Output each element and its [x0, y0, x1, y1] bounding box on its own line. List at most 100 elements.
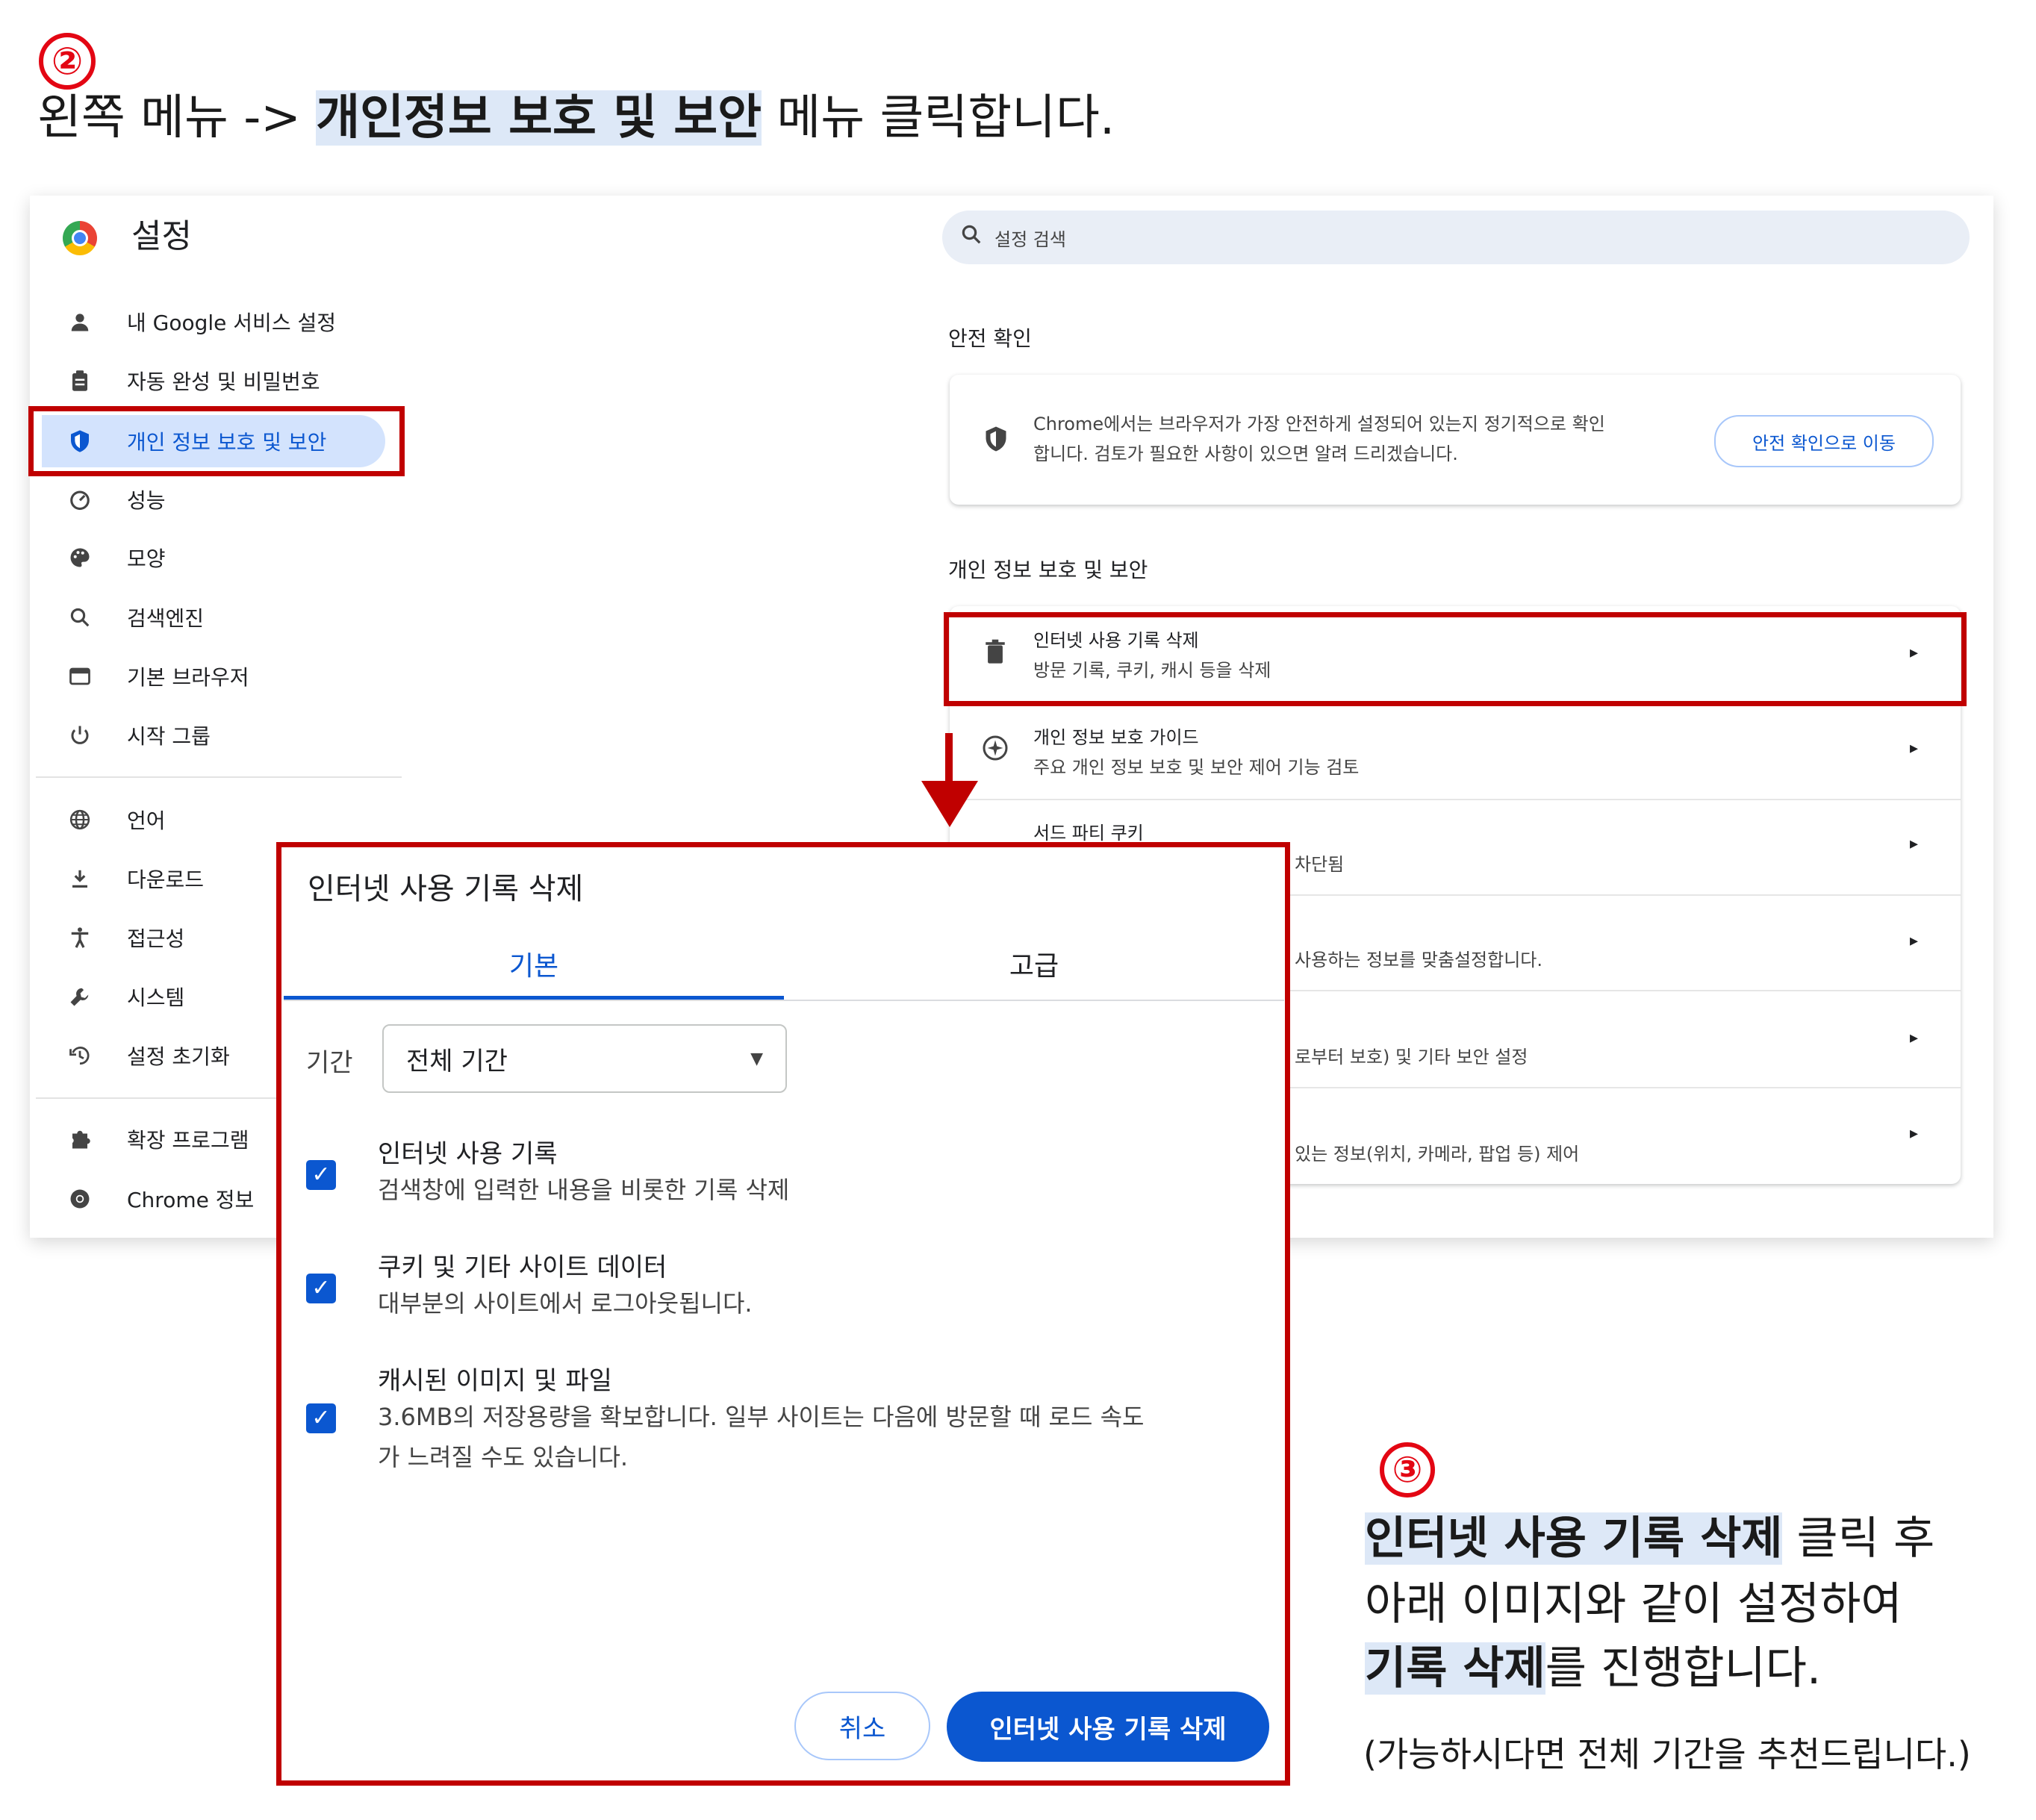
privacy-guide-subtitle: 주요 개인 정보 보호 및 보안 제어 기능 검토 [1033, 757, 1360, 778]
step-2-instruction: 왼쪽 메뉴 -> 개인정보 보호 및 보안 메뉴 클릭합니다. [37, 87, 1115, 149]
browsing-history-checkbox[interactable]: ✓ [306, 1160, 336, 1190]
sidebar-item-label: 자동 완성 및 비밀번호 [127, 370, 320, 394]
globe-icon [63, 803, 97, 837]
settings-search-bar[interactable]: 설정 검색 [942, 211, 1970, 264]
sidebar-item-label: 언어 [127, 808, 166, 833]
cached-images-checkbox[interactable]: ✓ [306, 1403, 336, 1433]
red-arrow-shaft [945, 733, 953, 782]
cached-images-subtitle: 3.6MB의 저장용량을 확보합니다. 일부 사이트는 다음에 방문할 때 로드… [378, 1403, 1145, 1431]
sidebar-item-label: 확장 프로그램 [127, 1128, 249, 1153]
clear-data-button[interactable]: 인터넷 사용 기록 삭제 [947, 1692, 1269, 1762]
chevron-right-icon[interactable]: ▸ [1910, 835, 1918, 853]
step-3-bold-2: 기록 삭제 [1365, 1642, 1545, 1695]
chrome-logo-icon [63, 221, 97, 255]
caret-down-icon: ▼ [750, 1049, 763, 1068]
search-icon [960, 223, 983, 252]
wrench-icon [63, 979, 97, 1014]
step-3-badge: ③ [1380, 1442, 1435, 1498]
person-icon [63, 305, 97, 339]
site-settings-subtitle: 있는 정보(위치, 카메라, 팝업 등) 제어 [1295, 1144, 1580, 1165]
row-divider [948, 799, 1961, 800]
step-3-line-2: 아래 이미지와 같이 설정하여 [1365, 1578, 1902, 1630]
step-3-bold-1: 인터넷 사용 기록 삭제 [1365, 1512, 1783, 1565]
sidebar-item-label: 검색엔진 [127, 606, 205, 631]
search-icon [63, 600, 97, 635]
ad-privacy-subtitle: 사용하는 정보를 맞춤설정합니다. [1295, 950, 1543, 970]
go-to-safety-check-button[interactable]: 안전 확인으로 이동 [1714, 415, 1934, 467]
browsing-history-title: 인터넷 사용 기록 [378, 1139, 558, 1169]
sidebar-item-label: 설정 초기화 [127, 1044, 230, 1069]
step-3-line-1: 인터넷 사용 기록 삭제 클릭 후 [1365, 1508, 1934, 1569]
sidebar-item-label: 시작 그룹 [127, 724, 211, 749]
security-subtitle: 로부터 보호) 및 기타 보안 설정 [1295, 1047, 1528, 1068]
sidebar-item-label: Chrome 정보 [127, 1188, 255, 1212]
cached-images-subtitle-2: 가 느려질 수도 있습니다. [378, 1443, 629, 1471]
privacy-menu-highlight [28, 406, 405, 476]
safety-check-description: Chrome에서는 브라우저가 가장 안전하게 설정되어 있는지 정기적으로 확… [1033, 409, 1690, 469]
cookies-subtitle: 대부분의 사이트에서 로그아웃됩니다. [378, 1289, 753, 1318]
step-3-note: (가능하시다면 전체 기간을 추천드립니다.) [1363, 1734, 1971, 1774]
red-arrow-down-icon [921, 781, 978, 827]
sidebar-item-performance[interactable]: 성능 [42, 473, 385, 526]
step-3-text-1: 클릭 후 [1782, 1512, 1935, 1565]
palette-icon [63, 540, 97, 575]
time-range-select[interactable]: 전체 기간 ▼ [382, 1024, 787, 1093]
chevron-right-icon[interactable]: ▸ [1910, 1029, 1918, 1047]
cancel-button[interactable]: 취소 [794, 1692, 930, 1760]
settings-title: 설정 [131, 217, 192, 255]
cookies-title: 쿠키 및 기타 사이트 데이터 [378, 1253, 667, 1283]
sidebar-item-on-startup[interactable]: 시작 그룹 [42, 709, 385, 761]
search-placeholder: 설정 검색 [994, 228, 1066, 250]
tab-basic[interactable]: 기본 [284, 932, 784, 996]
tab-advanced[interactable]: 고급 [784, 932, 1284, 996]
chevron-right-icon[interactable]: ▸ [1910, 739, 1918, 758]
sidebar-item-label: 내 Google 서비스 설정 [127, 311, 337, 335]
tab-active-indicator [284, 996, 784, 1000]
time-range-value: 전체 기간 [406, 1046, 508, 1076]
step-3-text-3: 를 진행합니다. [1545, 1642, 1822, 1695]
accessibility-icon [63, 920, 97, 955]
step-2-highlight: 개인정보 보호 및 보안 [316, 90, 762, 146]
sidebar-divider [36, 776, 402, 778]
step-2-suffix: 메뉴 클릭합니다. [762, 90, 1115, 146]
download-icon [63, 861, 97, 896]
shield-icon [983, 426, 1009, 459]
sidebar-item-appearance[interactable]: 모양 [42, 532, 385, 584]
history-icon [63, 1038, 97, 1073]
time-range-label: 기간 [306, 1048, 353, 1078]
sidebar-item-google-services[interactable]: 내 Google 서비스 설정 [42, 296, 385, 348]
browser-icon [63, 659, 97, 694]
chevron-right-icon[interactable]: ▸ [1910, 1124, 1918, 1143]
safety-check-line: 합니다. 검토가 필요한 사항이 있으면 알려 드리겠습니다. [1033, 443, 1458, 464]
sidebar-item-label: 성능 [127, 488, 166, 513]
privacy-guide-title: 개인 정보 보호 가이드 [1033, 727, 1199, 748]
privacy-section-heading: 개인 정보 보호 및 보안 [948, 558, 1148, 582]
clipboard-icon [63, 364, 97, 398]
step-3-line-3: 기록 삭제를 진행합니다. [1365, 1638, 1821, 1699]
clear-browsing-data-highlight[interactable] [944, 612, 1967, 706]
sidebar-item-label: 모양 [127, 546, 166, 571]
safety-check-line: Chrome에서는 브라우저가 가장 안전하게 설정되어 있는지 정기적으로 확… [1033, 414, 1605, 434]
sidebar-item-autofill[interactable]: 자동 완성 및 비밀번호 [42, 355, 385, 407]
step-2-prefix: 왼쪽 메뉴 -> [37, 90, 317, 146]
browsing-history-subtitle: 검색창에 입력한 내용을 비롯한 기록 삭제 [378, 1176, 790, 1204]
sidebar-item-label: 접근성 [127, 926, 185, 951]
tab-divider [284, 1000, 1284, 1001]
step-2-badge: ② [39, 33, 96, 90]
safety-check-heading: 안전 확인 [948, 326, 1032, 351]
dialog-title: 인터넷 사용 기록 삭제 [308, 872, 584, 906]
chrome-icon [63, 1182, 97, 1216]
third-party-cookies-title: 서드 파티 쿠키 [1033, 823, 1144, 844]
power-icon [63, 718, 97, 752]
sidebar-item-default-browser[interactable]: 기본 브라우저 [42, 650, 385, 702]
sidebar-item-search-engine[interactable]: 검색엔진 [42, 591, 385, 643]
compass-icon [978, 735, 1012, 768]
third-party-cookies-subtitle: 차단됨 [1295, 854, 1345, 875]
sidebar-item-languages[interactable]: 언어 [42, 794, 385, 846]
sidebar-item-label: 기본 브라우저 [127, 665, 249, 690]
chevron-right-icon[interactable]: ▸ [1910, 932, 1918, 950]
gauge-icon [63, 482, 97, 517]
cookies-checkbox[interactable]: ✓ [306, 1274, 336, 1303]
sidebar-item-label: 다운로드 [127, 867, 205, 892]
cached-images-title: 캐시된 이미지 및 파일 [378, 1366, 612, 1396]
